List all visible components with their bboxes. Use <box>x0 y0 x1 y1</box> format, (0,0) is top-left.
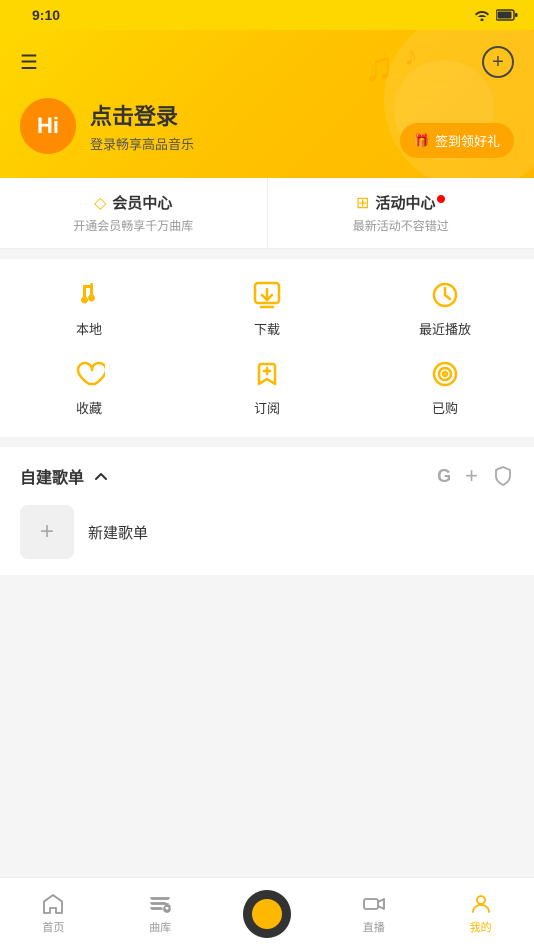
heart-icon <box>73 358 105 390</box>
new-playlist-thumb: + <box>20 505 74 559</box>
google-icon[interactable]: G <box>437 466 451 487</box>
list-icon <box>148 892 172 916</box>
checkin-icon: 🎁 <box>414 133 430 149</box>
bottom-nav: 首页 曲库 直播 <box>0 877 534 949</box>
add-thumb-icon: + <box>40 518 54 546</box>
video-icon <box>362 892 386 916</box>
member-cell-top: ◇ 会员中心 <box>94 192 172 213</box>
playlist-header: 自建歌单 G + <box>20 463 514 489</box>
quick-item-recent[interactable]: 最近播放 <box>356 279 534 338</box>
svg-text:♪: ♪ <box>404 40 418 71</box>
activity-icon: ⊞ <box>356 193 369 213</box>
new-playlist-label: 新建歌单 <box>88 522 148 543</box>
quick-item-purchased[interactable]: 已购 <box>356 358 534 417</box>
activity-title: 活动中心 <box>375 192 435 213</box>
bookmark-icon <box>251 358 283 390</box>
local-label: 本地 <box>76 319 102 338</box>
battery-icon <box>496 9 518 21</box>
favorites-label: 收藏 <box>76 398 102 417</box>
quick-item-favorites[interactable]: 收藏 <box>0 358 178 417</box>
playlist-title: 自建歌单 <box>20 464 84 488</box>
hero-text: 点击登录 登录畅享高品音乐 <box>90 99 194 153</box>
home-label: 首页 <box>42 919 64 935</box>
member-title: 会员中心 <box>112 192 172 213</box>
playlist-header-left[interactable]: 自建歌单 <box>20 464 110 488</box>
member-subtitle: 开通会员畅享千万曲库 <box>73 217 193 234</box>
download-label: 下载 <box>254 319 280 338</box>
quick-item-subscribe[interactable]: 订阅 <box>178 358 356 417</box>
menu-icon[interactable]: ☰ <box>20 50 38 75</box>
checkin-button[interactable]: 🎁 签到领好礼 <box>400 123 514 158</box>
nav-item-home[interactable]: 首页 <box>0 892 107 935</box>
nav-item-mine[interactable]: 我的 <box>427 892 534 935</box>
download-icon <box>251 279 283 311</box>
music-note-icon <box>73 279 105 311</box>
play-inner-disc <box>249 896 285 932</box>
nav-item-play[interactable] <box>214 890 321 938</box>
play-button[interactable] <box>243 890 291 938</box>
add-button[interactable]: + <box>482 46 514 78</box>
hero-header: ♫ ♪ ☰ + Hi 点击登录 登录畅享高品音乐 🎁 签到领好礼 <box>0 30 534 178</box>
shop-icon <box>429 358 461 390</box>
add-playlist-icon[interactable]: + <box>465 463 478 489</box>
avatar: Hi <box>20 98 76 154</box>
quick-row-2: 收藏 订阅 已购 <box>0 348 534 427</box>
login-title: 点击登录 <box>90 99 194 131</box>
quick-row-1: 本地 下载 最近播放 <box>0 269 534 348</box>
member-icon: ◇ <box>94 193 106 213</box>
playlist-section: 自建歌单 G + + 新建歌单 <box>0 447 534 575</box>
svg-text:♫: ♫ <box>364 45 394 89</box>
nav-item-live[interactable]: 直播 <box>320 892 427 935</box>
activity-dot <box>437 195 445 203</box>
quick-item-local[interactable]: 本地 <box>0 279 178 338</box>
library-label: 曲库 <box>149 919 171 935</box>
activity-subtitle: 最新活动不容错过 <box>353 217 449 234</box>
activity-cell-top: ⊞ 活动中心 <box>356 192 445 213</box>
status-bar: 9:10 <box>0 0 534 30</box>
wifi-icon <box>474 9 490 21</box>
quick-actions: 本地 下载 最近播放 <box>0 259 534 437</box>
chevron-up-icon <box>92 467 110 485</box>
recent-label: 最近播放 <box>419 319 471 338</box>
nav-item-library[interactable]: 曲库 <box>107 892 214 935</box>
member-activity-row: ◇ 会员中心 开通会员畅享千万曲库 ⊞ 活动中心 最新活动不容错过 <box>0 178 534 249</box>
checkin-label: 签到领好礼 <box>435 131 500 150</box>
playlist-header-right: G + <box>437 463 514 489</box>
subscribe-label: 订阅 <box>254 398 280 417</box>
live-label: 直播 <box>363 919 385 935</box>
quick-item-download[interactable]: 下载 <box>178 279 356 338</box>
new-playlist-item[interactable]: + 新建歌单 <box>20 505 514 559</box>
status-time: 9:10 <box>32 7 60 23</box>
login-subtitle: 登录畅享高品音乐 <box>90 134 194 153</box>
mine-label: 我的 <box>470 919 492 935</box>
home-icon <box>41 892 65 916</box>
clock-icon <box>429 279 461 311</box>
activity-center-cell[interactable]: ⊞ 活动中心 最新活动不容错过 <box>268 178 534 248</box>
shield-icon[interactable] <box>492 465 514 487</box>
user-icon <box>469 892 493 916</box>
deco-music-notes: ♫ ♪ <box>364 40 444 110</box>
purchased-label: 已购 <box>432 398 458 417</box>
member-center-cell[interactable]: ◇ 会员中心 开通会员畅享千万曲库 <box>0 178 268 248</box>
